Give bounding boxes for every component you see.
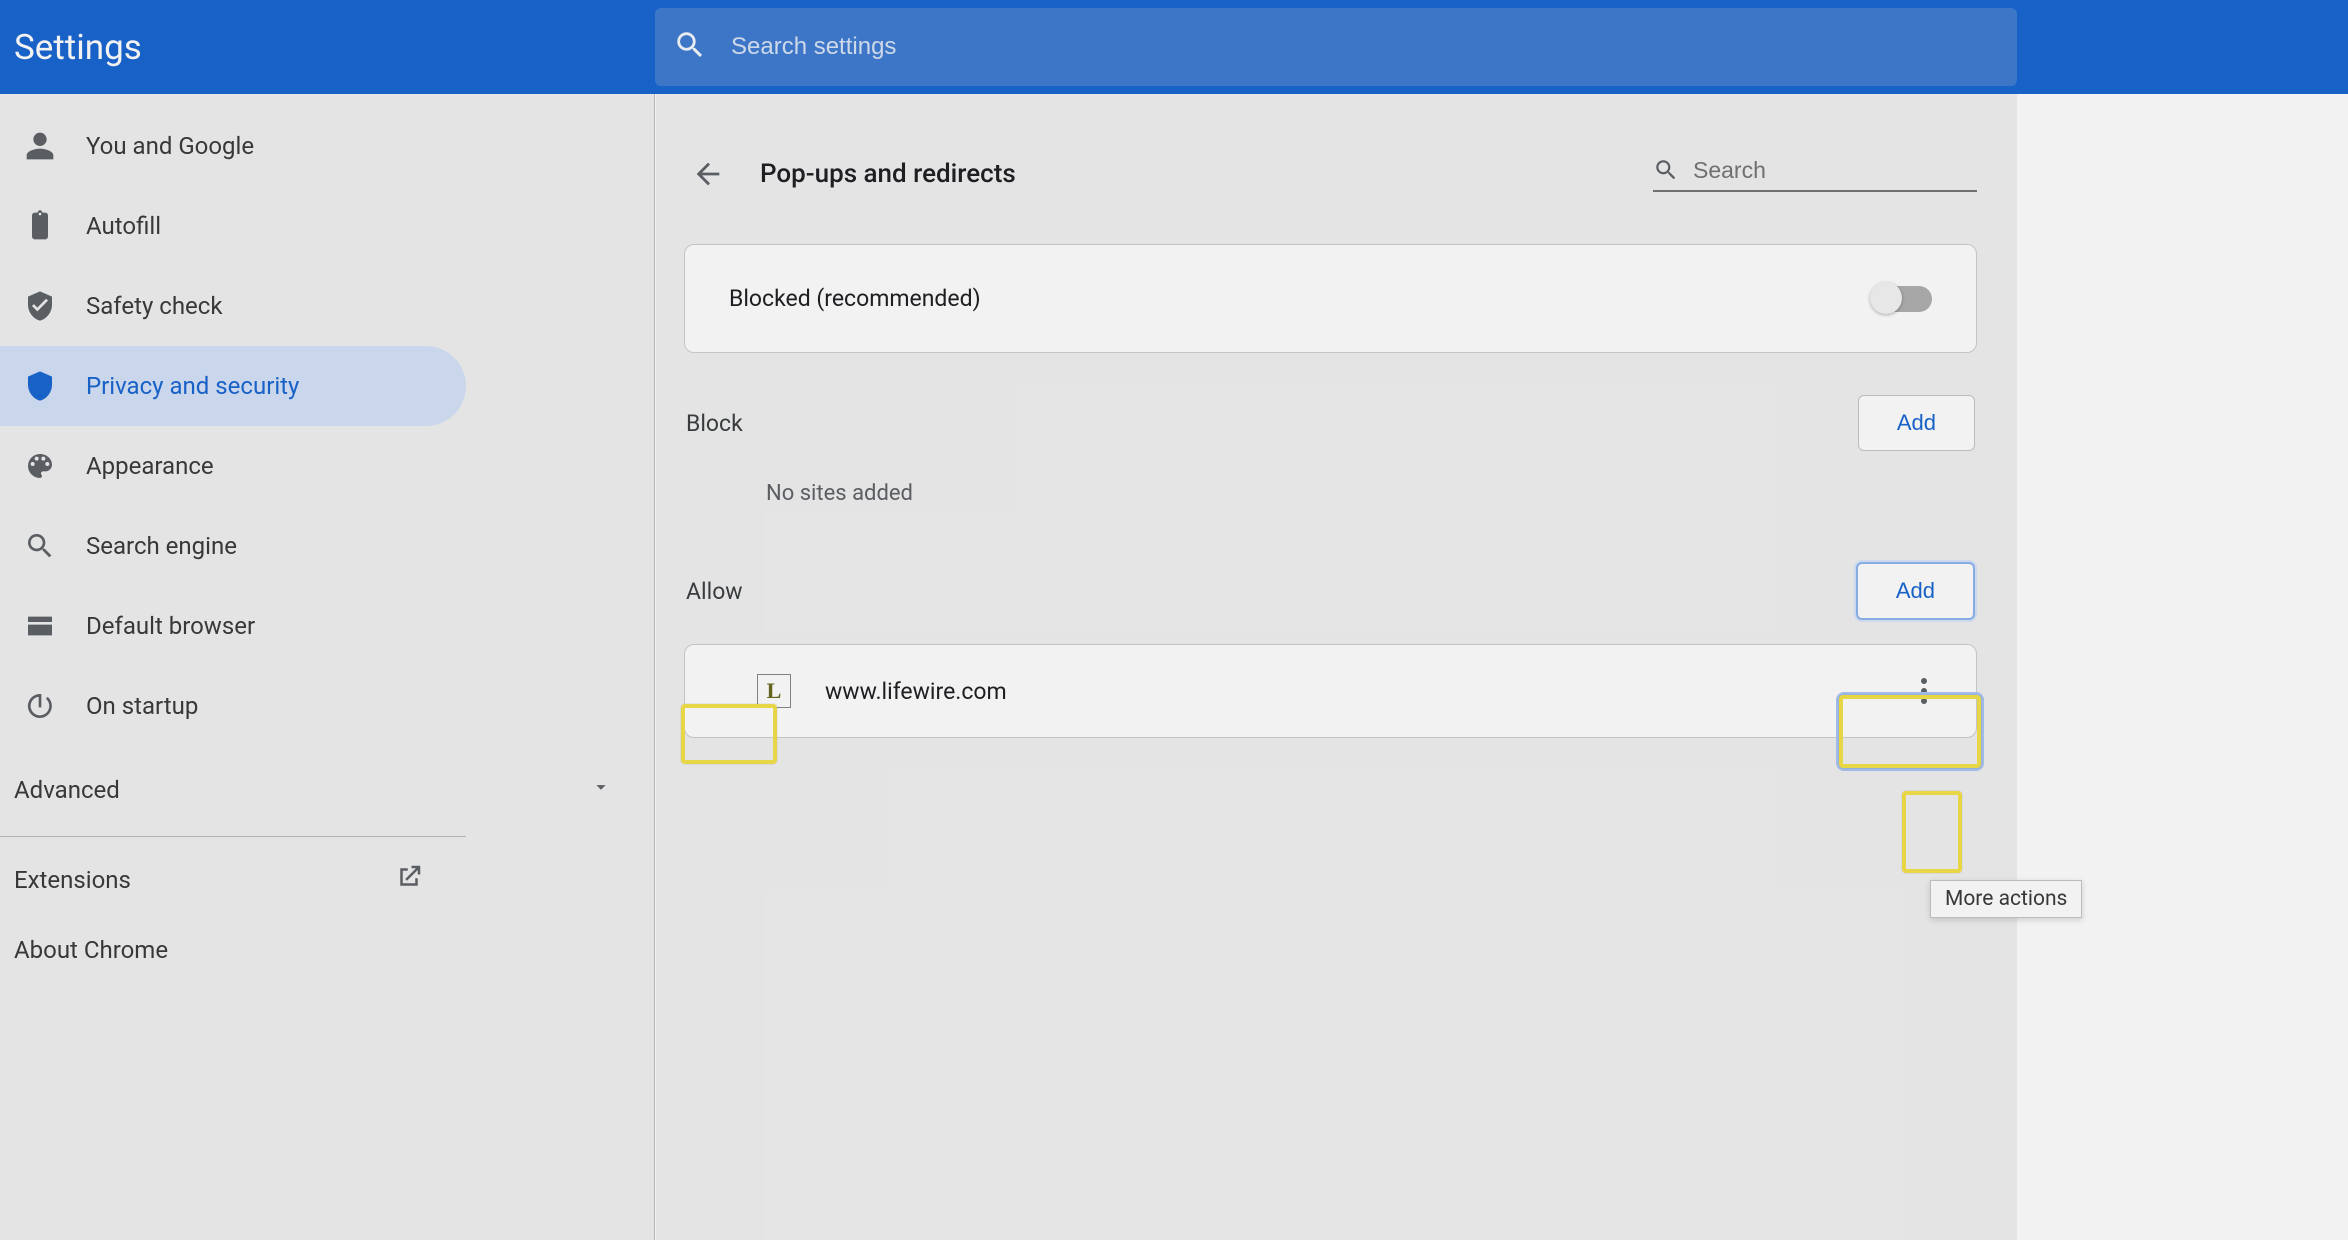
sidebar-item-label: Search engine <box>86 532 237 560</box>
sidebar-item-default-browser[interactable]: Default browser <box>0 586 466 666</box>
open-external-icon <box>394 862 424 898</box>
more-actions-tooltip: More actions <box>1930 880 2082 918</box>
sidebar-item-on-startup[interactable]: On startup <box>0 666 466 746</box>
main-content: Pop-ups and redirects Blocked (recommend… <box>656 94 2017 1240</box>
browser-icon <box>12 610 68 642</box>
settings-search[interactable] <box>655 8 2017 86</box>
settings-search-input[interactable] <box>731 33 1831 61</box>
toolbar-right <box>2017 0 2348 94</box>
sidebar-item-appearance[interactable]: Appearance <box>0 426 466 506</box>
sidebar-item-label: Autofill <box>86 212 161 240</box>
sidebar-link-label: About Chrome <box>14 936 168 964</box>
chevron-down-icon <box>590 776 612 804</box>
blocked-recommended-label: Blocked (recommended) <box>729 285 981 312</box>
block-add-button[interactable]: Add <box>1858 395 1975 451</box>
block-section-title: Block <box>686 410 743 437</box>
site-url: www.lifewire.com <box>825 678 1902 705</box>
sidebar-item-you-and-google[interactable]: You and Google <box>0 106 466 186</box>
sidebar-item-search-engine[interactable]: Search engine <box>0 506 466 586</box>
shield-icon <box>12 370 68 402</box>
sidebar-item-label: Privacy and security <box>86 372 299 400</box>
divider <box>0 836 466 837</box>
back-button[interactable] <box>684 150 732 198</box>
search-icon <box>12 530 68 562</box>
allow-add-button[interactable]: Add <box>1856 562 1975 620</box>
blocked-toggle[interactable] <box>1872 286 1932 312</box>
sidebar-advanced-label: Advanced <box>14 776 120 804</box>
sidebar-item-autofill[interactable]: Autofill <box>0 186 466 266</box>
search-icon <box>673 28 707 66</box>
site-favicon: L <box>757 674 791 708</box>
page-search-input[interactable] <box>1693 157 1953 184</box>
sidebar-item-label: You and Google <box>86 132 254 160</box>
block-empty-label: No sites added <box>684 451 1977 506</box>
shield-check-icon <box>12 290 68 322</box>
sidebar-item-label: Appearance <box>86 452 214 480</box>
sidebar-item-safety-check[interactable]: Safety check <box>0 266 466 346</box>
sidebar-item-privacy-and-security[interactable]: Privacy and security <box>0 346 466 426</box>
allow-section-title: Allow <box>686 578 743 605</box>
page-search[interactable] <box>1653 157 1977 192</box>
sidebar-link-label: Extensions <box>14 866 131 894</box>
sidebar-about-chrome[interactable]: About Chrome <box>0 915 466 985</box>
sidebar-advanced[interactable]: Advanced <box>0 752 654 828</box>
site-more-actions-button[interactable] <box>1902 669 1946 713</box>
sidebar-item-label: Safety check <box>86 292 223 320</box>
toolbar: Settings <box>0 0 2017 94</box>
sidebar-item-label: On startup <box>86 692 198 720</box>
app-title: Settings <box>0 27 655 68</box>
sidebar-item-label: Default browser <box>86 612 255 640</box>
person-icon <box>12 130 68 162</box>
allow-site-row: L www.lifewire.com <box>684 644 1977 738</box>
power-icon <box>12 690 68 722</box>
clipboard-icon <box>12 210 68 242</box>
sidebar: You and Google Autofill Safety check Pri… <box>0 94 655 1240</box>
search-icon <box>1653 157 1679 183</box>
page-title: Pop-ups and redirects <box>760 159 1653 189</box>
palette-icon <box>12 450 68 482</box>
sidebar-extensions[interactable]: Extensions <box>0 845 466 915</box>
